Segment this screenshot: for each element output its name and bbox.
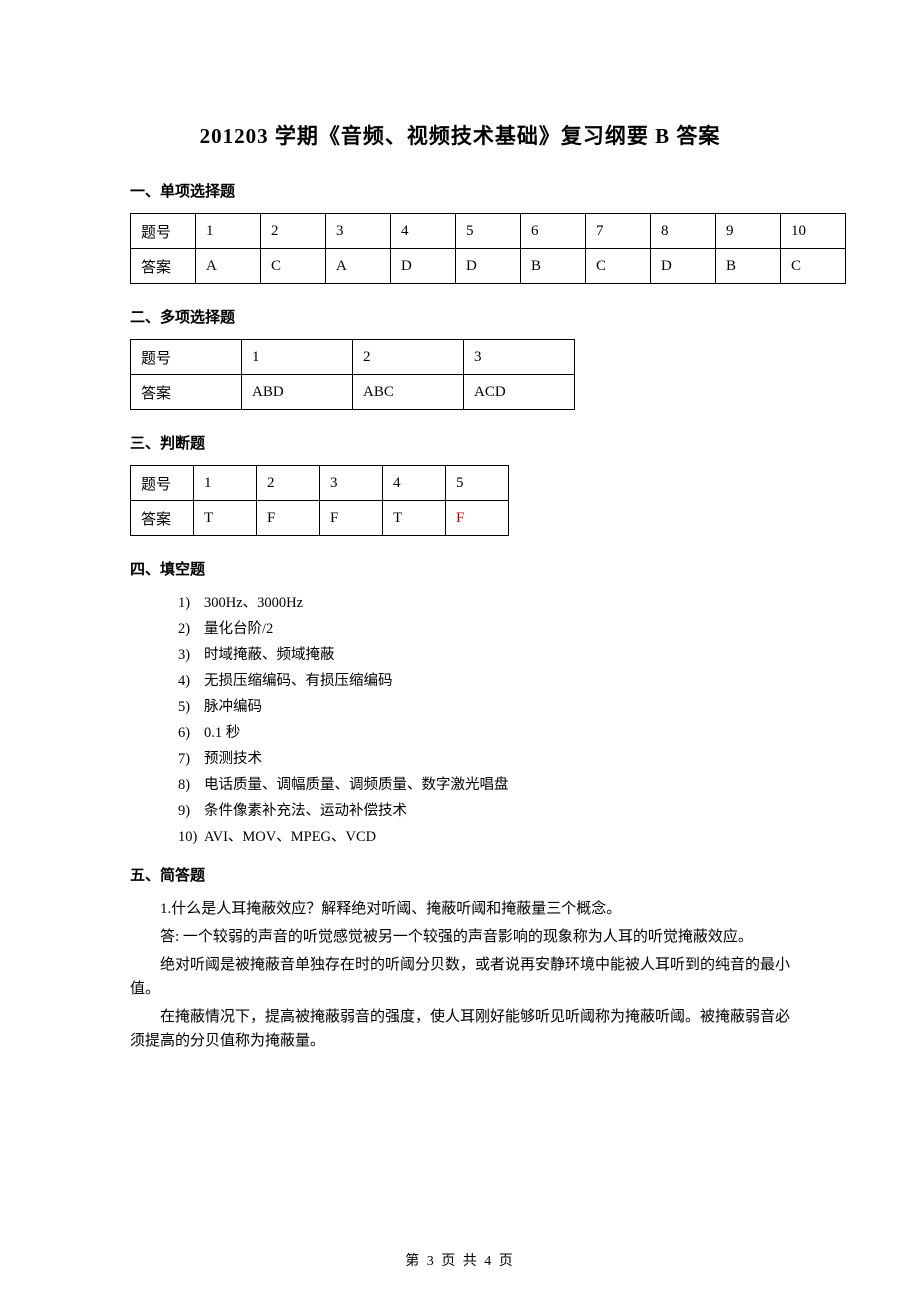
- item-number: 4): [178, 673, 204, 690]
- list-item: 8)电话质量、调幅质量、调频质量、数字激光唱盘: [178, 773, 790, 794]
- item-text: 脉冲编码: [204, 699, 262, 715]
- section-heading-fill: 四、填空题: [130, 558, 790, 579]
- essay-block: 1.什么是人耳掩蔽效应？解释绝对听阈、掩蔽听阈和掩蔽量三个概念。 答: 一个较弱…: [130, 897, 790, 1053]
- item-text: AVI、MOV、MPEG、VCD: [204, 829, 376, 845]
- list-item: 1)300Hz、3000Hz: [178, 591, 790, 612]
- num-cell: 4: [391, 214, 456, 249]
- page-footer: 第 3 页 共 4 页: [0, 1250, 920, 1270]
- num-cell: 2: [353, 340, 464, 375]
- ans-cell: C: [261, 249, 326, 284]
- ans-cell: D: [651, 249, 716, 284]
- ans-cell: T: [194, 501, 257, 536]
- item-number: 5): [178, 699, 204, 716]
- essay-paragraph: 答: 一个较弱的声音的听觉感觉被另一个较强的声音影响的现象称为人耳的听觉掩蔽效应…: [130, 925, 790, 949]
- list-item: 3)时域掩蔽、频域掩蔽: [178, 643, 790, 664]
- list-item: 5)脉冲编码: [178, 695, 790, 716]
- table-row: 答案 A C A D D B C D B C: [131, 249, 846, 284]
- num-cell: 1: [242, 340, 353, 375]
- section-heading-multi-choice: 二、多项选择题: [130, 306, 790, 327]
- ans-cell: A: [196, 249, 261, 284]
- judge-table: 题号 1 2 3 4 5 答案 T F F T F: [130, 465, 509, 536]
- ans-cell: D: [391, 249, 456, 284]
- num-cell: 5: [446, 466, 509, 501]
- item-number: 1): [178, 595, 204, 612]
- item-number: 8): [178, 777, 204, 794]
- list-item: 7)预测技术: [178, 747, 790, 768]
- ans-cell: D: [456, 249, 521, 284]
- table-row: 答案 ABD ABC ACD: [131, 375, 575, 410]
- document-page: 201203 学期《音频、视频技术基础》复习纲要 B 答案 一、单项选择题 题号…: [0, 0, 920, 1302]
- item-text: 电话质量、调幅质量、调频质量、数字激光唱盘: [204, 777, 509, 793]
- ans-cell: B: [716, 249, 781, 284]
- num-cell: 7: [586, 214, 651, 249]
- ans-cell: C: [781, 249, 846, 284]
- ans-cell: F: [320, 501, 383, 536]
- section-heading-essay: 五、简答题: [130, 864, 790, 885]
- num-cell: 3: [326, 214, 391, 249]
- section-heading-single-choice: 一、单项选择题: [130, 180, 790, 201]
- item-text: 时域掩蔽、频域掩蔽: [204, 647, 335, 663]
- num-cell: 9: [716, 214, 781, 249]
- essay-paragraph: 在掩蔽情况下，提高被掩蔽弱音的强度，使人耳刚好能够听见听阈称为掩蔽听阈。被掩蔽弱…: [130, 1005, 790, 1053]
- ans-cell: C: [586, 249, 651, 284]
- table-row: 题号 1 2 3: [131, 340, 575, 375]
- num-cell: 8: [651, 214, 716, 249]
- num-cell: 3: [464, 340, 575, 375]
- num-cell: 1: [194, 466, 257, 501]
- row-label: 题号: [131, 340, 242, 375]
- ans-cell: ABC: [353, 375, 464, 410]
- table-row: 答案 T F F T F: [131, 501, 509, 536]
- section-heading-judge: 三、判断题: [130, 432, 790, 453]
- essay-question: 1.什么是人耳掩蔽效应？解释绝对听阈、掩蔽听阈和掩蔽量三个概念。: [160, 897, 790, 921]
- list-item: 10)AVI、MOV、MPEG、VCD: [178, 825, 790, 846]
- row-label: 答案: [131, 375, 242, 410]
- num-cell: 5: [456, 214, 521, 249]
- item-text: 300Hz、3000Hz: [204, 595, 303, 611]
- ans-cell: A: [326, 249, 391, 284]
- num-cell: 6: [521, 214, 586, 249]
- table-row: 题号 1 2 3 4 5 6 7 8 9 10: [131, 214, 846, 249]
- list-item: 4)无损压缩编码、有损压缩编码: [178, 669, 790, 690]
- num-cell: 1: [196, 214, 261, 249]
- item-text: 无损压缩编码、有损压缩编码: [204, 673, 393, 689]
- num-cell: 2: [261, 214, 326, 249]
- item-text: 预测技术: [204, 751, 262, 767]
- list-item: 2)量化台阶/2: [178, 617, 790, 638]
- page-title: 201203 学期《音频、视频技术基础》复习纲要 B 答案: [130, 120, 790, 150]
- ans-cell: ACD: [464, 375, 575, 410]
- ans-cell: ABD: [242, 375, 353, 410]
- item-number: 3): [178, 647, 204, 664]
- multi-choice-table: 题号 1 2 3 答案 ABD ABC ACD: [130, 339, 575, 410]
- item-text: 条件像素补充法、运动补偿技术: [204, 803, 407, 819]
- num-cell: 4: [383, 466, 446, 501]
- item-number: 9): [178, 803, 204, 820]
- row-label: 答案: [131, 501, 194, 536]
- item-text: 0.1 秒: [204, 725, 240, 741]
- essay-paragraph: 绝对听阈是被掩蔽音单独存在时的听阈分贝数，或者说再安静环境中能被人耳听到的纯音的…: [130, 953, 790, 1001]
- num-cell: 2: [257, 466, 320, 501]
- item-number: 7): [178, 751, 204, 768]
- list-item: 9)条件像素补充法、运动补偿技术: [178, 799, 790, 820]
- num-cell: 10: [781, 214, 846, 249]
- ans-cell: B: [521, 249, 586, 284]
- ans-cell: F: [257, 501, 320, 536]
- item-number: 2): [178, 621, 204, 638]
- table-row: 题号 1 2 3 4 5: [131, 466, 509, 501]
- item-number: 6): [178, 725, 204, 742]
- fill-list: 1)300Hz、3000Hz 2)量化台阶/2 3)时域掩蔽、频域掩蔽 4)无损…: [178, 591, 790, 846]
- row-label: 题号: [131, 466, 194, 501]
- num-cell: 3: [320, 466, 383, 501]
- ans-cell-highlight: F: [446, 501, 509, 536]
- row-label: 题号: [131, 214, 196, 249]
- item-number: 10): [178, 829, 204, 846]
- list-item: 6)0.1 秒: [178, 721, 790, 742]
- ans-cell: T: [383, 501, 446, 536]
- row-label: 答案: [131, 249, 196, 284]
- single-choice-table: 题号 1 2 3 4 5 6 7 8 9 10 答案 A C A D D B C…: [130, 213, 846, 284]
- item-text: 量化台阶/2: [204, 621, 273, 637]
